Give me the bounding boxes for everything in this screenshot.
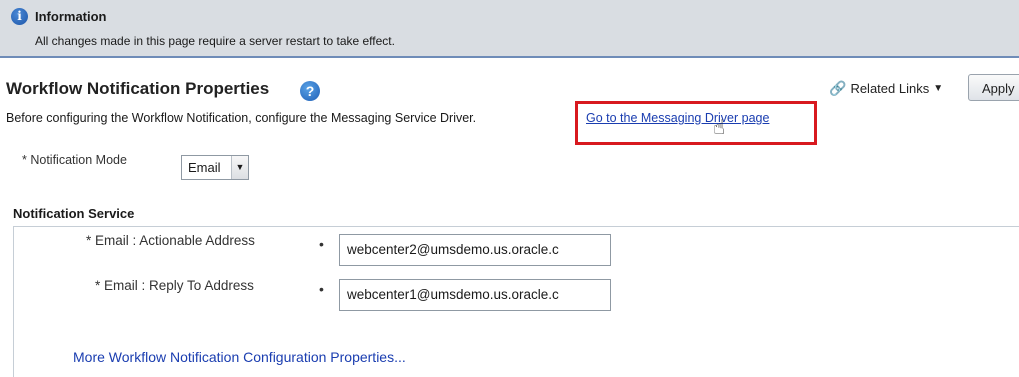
required-mark: *: [22, 153, 27, 167]
chain-link-icon: 🔗: [829, 80, 847, 96]
actionable-address-input[interactable]: webcenter2@umsdemo.us.oracle.c: [339, 234, 611, 266]
actionable-address-label: * Email : Actionable Address: [86, 233, 255, 248]
field-dot: •: [319, 281, 324, 297]
reply-to-address-input[interactable]: webcenter1@umsdemo.us.oracle.c: [339, 279, 611, 311]
apply-button[interactable]: Apply: [968, 74, 1019, 101]
info-message: All changes made in this page require a …: [35, 34, 395, 48]
field-dot: •: [319, 236, 324, 252]
notification-mode-label: * Notification Mode: [22, 153, 127, 167]
instruction-text: Before configuring the Workflow Notifica…: [6, 111, 477, 125]
related-links-menu[interactable]: 🔗 Related Links ▼: [829, 80, 943, 97]
required-mark: *: [86, 233, 92, 248]
related-links-label: Related Links: [850, 81, 930, 96]
caret-down-icon: ▼: [933, 83, 944, 94]
hand-cursor-icon: ☝: [713, 117, 726, 139]
info-icon: i: [11, 8, 28, 25]
section-title: Notification Service: [13, 206, 135, 221]
dropdown-arrow-icon[interactable]: ▼: [231, 156, 248, 179]
page-title: Workflow Notification Properties: [6, 79, 270, 98]
required-mark: *: [95, 278, 101, 293]
reply-to-address-label: * Email : Reply To Address: [95, 278, 254, 293]
help-icon[interactable]: ?: [300, 81, 320, 101]
notification-mode-select[interactable]: Email ▼: [181, 155, 249, 180]
notification-mode-value: Email: [188, 160, 221, 175]
messaging-driver-link[interactable]: Go to the Messaging Driver page: [586, 111, 769, 125]
notification-mode-text: Notification Mode: [30, 153, 127, 167]
information-banner: i Information All changes made in this p…: [0, 0, 1019, 58]
info-title: Information: [35, 9, 107, 24]
more-properties-link[interactable]: More Workflow Notification Configuration…: [73, 349, 406, 365]
reply-to-address-text: Email : Reply To Address: [104, 278, 254, 293]
actionable-address-text: Email : Actionable Address: [95, 233, 255, 248]
